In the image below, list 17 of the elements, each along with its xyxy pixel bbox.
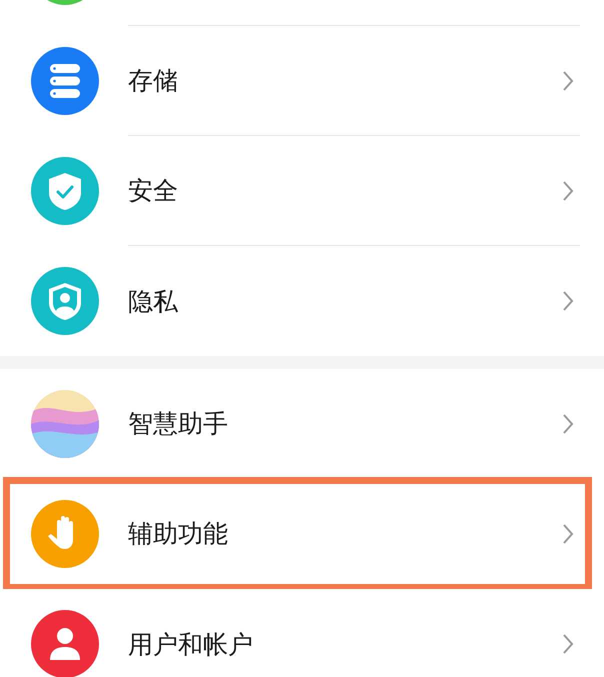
hand-icon [31,500,99,568]
menu-item-label[interactable]: 智慧助手 [128,407,228,440]
chevron-icon[interactable] [562,290,574,312]
menu-item-label[interactable]: 安全 [128,174,178,207]
chevron-icon[interactable] [562,412,574,434]
chevron-icon[interactable] [562,633,574,655]
menu-item-label[interactable]: 隐私 [128,284,178,318]
shield-person-icon [31,267,99,335]
shield-check-icon [31,157,99,225]
menu-item-label[interactable]: 用户和帐户 [128,628,253,660]
storage-icon [31,47,99,115]
person-icon [31,610,99,677]
chevron-icon[interactable] [562,180,574,202]
chevron-icon[interactable] [562,70,574,92]
chevron-icon[interactable] [562,522,574,544]
menu-item-label[interactable]: 辅助功能 [128,517,228,550]
menu-item-label[interactable]: 存储 [128,64,178,97]
